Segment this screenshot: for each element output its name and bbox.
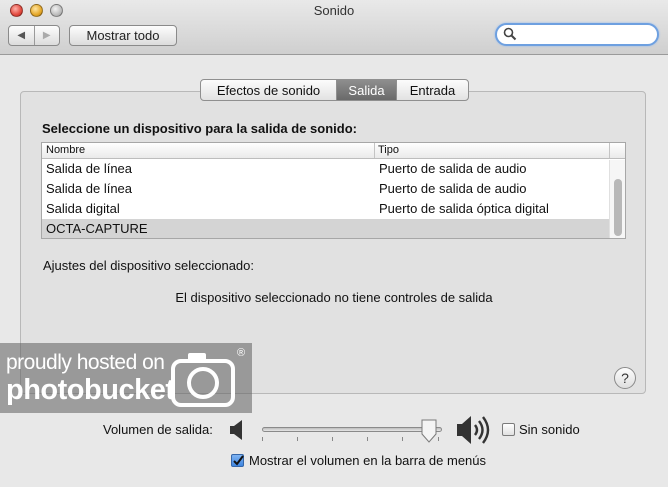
slider-tick	[367, 437, 368, 441]
output-device-heading: Seleccione un dispositivo para la salida…	[42, 121, 357, 136]
volume-slider-knob[interactable]	[420, 419, 438, 443]
back-button[interactable]: ◀	[9, 26, 34, 45]
device-type: Puerto de salida de audio	[379, 181, 527, 196]
device-name: OCTA-CAPTURE	[46, 221, 148, 236]
slider-tick	[332, 437, 333, 441]
speaker-high-icon	[457, 416, 490, 444]
device-name: Salida de línea	[46, 181, 133, 196]
search-field[interactable]	[495, 23, 659, 46]
device-type: Puerto de salida óptica digital	[379, 201, 549, 216]
scrollbar-thumb[interactable]	[614, 179, 622, 236]
mute-label[interactable]: Sin sonido	[519, 422, 580, 437]
volume-label: Volumen de salida:	[103, 422, 213, 437]
output-device-table: Nombre Tipo Salida de línea Puerto de sa…	[41, 142, 626, 239]
title-bar: Sonido ◀ ▶ Mostrar todo	[0, 0, 668, 55]
watermark-line2: photobucket	[6, 374, 175, 406]
table-row-selected[interactable]: OCTA-CAPTURE	[42, 219, 625, 238]
tab-bar: Efectos de sonido Salida Entrada	[200, 79, 469, 101]
table-row[interactable]: Salida de línea Puerto de salida de audi…	[42, 179, 625, 199]
column-header-name[interactable]: Nombre	[42, 143, 375, 158]
mute-checkbox[interactable]	[502, 423, 515, 436]
device-settings-heading: Ajustes del dispositivo seleccionado:	[43, 258, 255, 273]
device-name: Salida de línea	[46, 161, 133, 176]
photobucket-watermark: proudly hosted on photobucket ®	[0, 343, 252, 413]
column-header-type[interactable]: Tipo	[375, 143, 610, 158]
table-header: Nombre Tipo	[42, 143, 625, 159]
device-type	[375, 219, 610, 238]
slider-tick	[297, 437, 298, 441]
show-volume-menubar-checkbox[interactable]	[231, 454, 244, 467]
speaker-low-icon	[230, 420, 242, 440]
slider-tick	[402, 437, 403, 441]
device-name: Salida digital	[46, 201, 120, 216]
no-controls-message: El dispositivo seleccionado no tiene con…	[175, 290, 493, 305]
camera-icon	[171, 353, 235, 407]
show-all-button[interactable]: Mostrar todo	[69, 25, 177, 46]
table-row[interactable]: Salida de línea Puerto de salida de audi…	[42, 159, 625, 179]
slider-tick	[262, 437, 263, 441]
back-forward-control: ◀ ▶	[8, 25, 60, 46]
tab-input[interactable]: Entrada	[396, 80, 468, 100]
checkmark-icon	[233, 455, 244, 466]
tab-output[interactable]: Salida	[336, 80, 396, 100]
help-button[interactable]: ?	[614, 367, 636, 389]
table-row[interactable]: Salida digital Puerto de salida óptica d…	[42, 199, 625, 219]
show-volume-menubar-label[interactable]: Mostrar el volumen en la barra de menús	[249, 453, 486, 468]
window-title: Sonido	[313, 3, 355, 18]
search-icon	[503, 27, 517, 41]
volume-slider[interactable]	[262, 427, 442, 432]
tab-sound-effects[interactable]: Efectos de sonido	[201, 80, 336, 100]
forward-arrow-icon: ▶	[42, 30, 51, 41]
back-arrow-icon: ◀	[17, 30, 26, 41]
device-type: Puerto de salida de audio	[379, 161, 527, 176]
table-scrollbar[interactable]	[609, 160, 625, 238]
watermark-line1: proudly hosted on	[6, 351, 165, 374]
forward-button[interactable]: ▶	[33, 26, 60, 45]
registered-mark: ®	[237, 347, 246, 359]
